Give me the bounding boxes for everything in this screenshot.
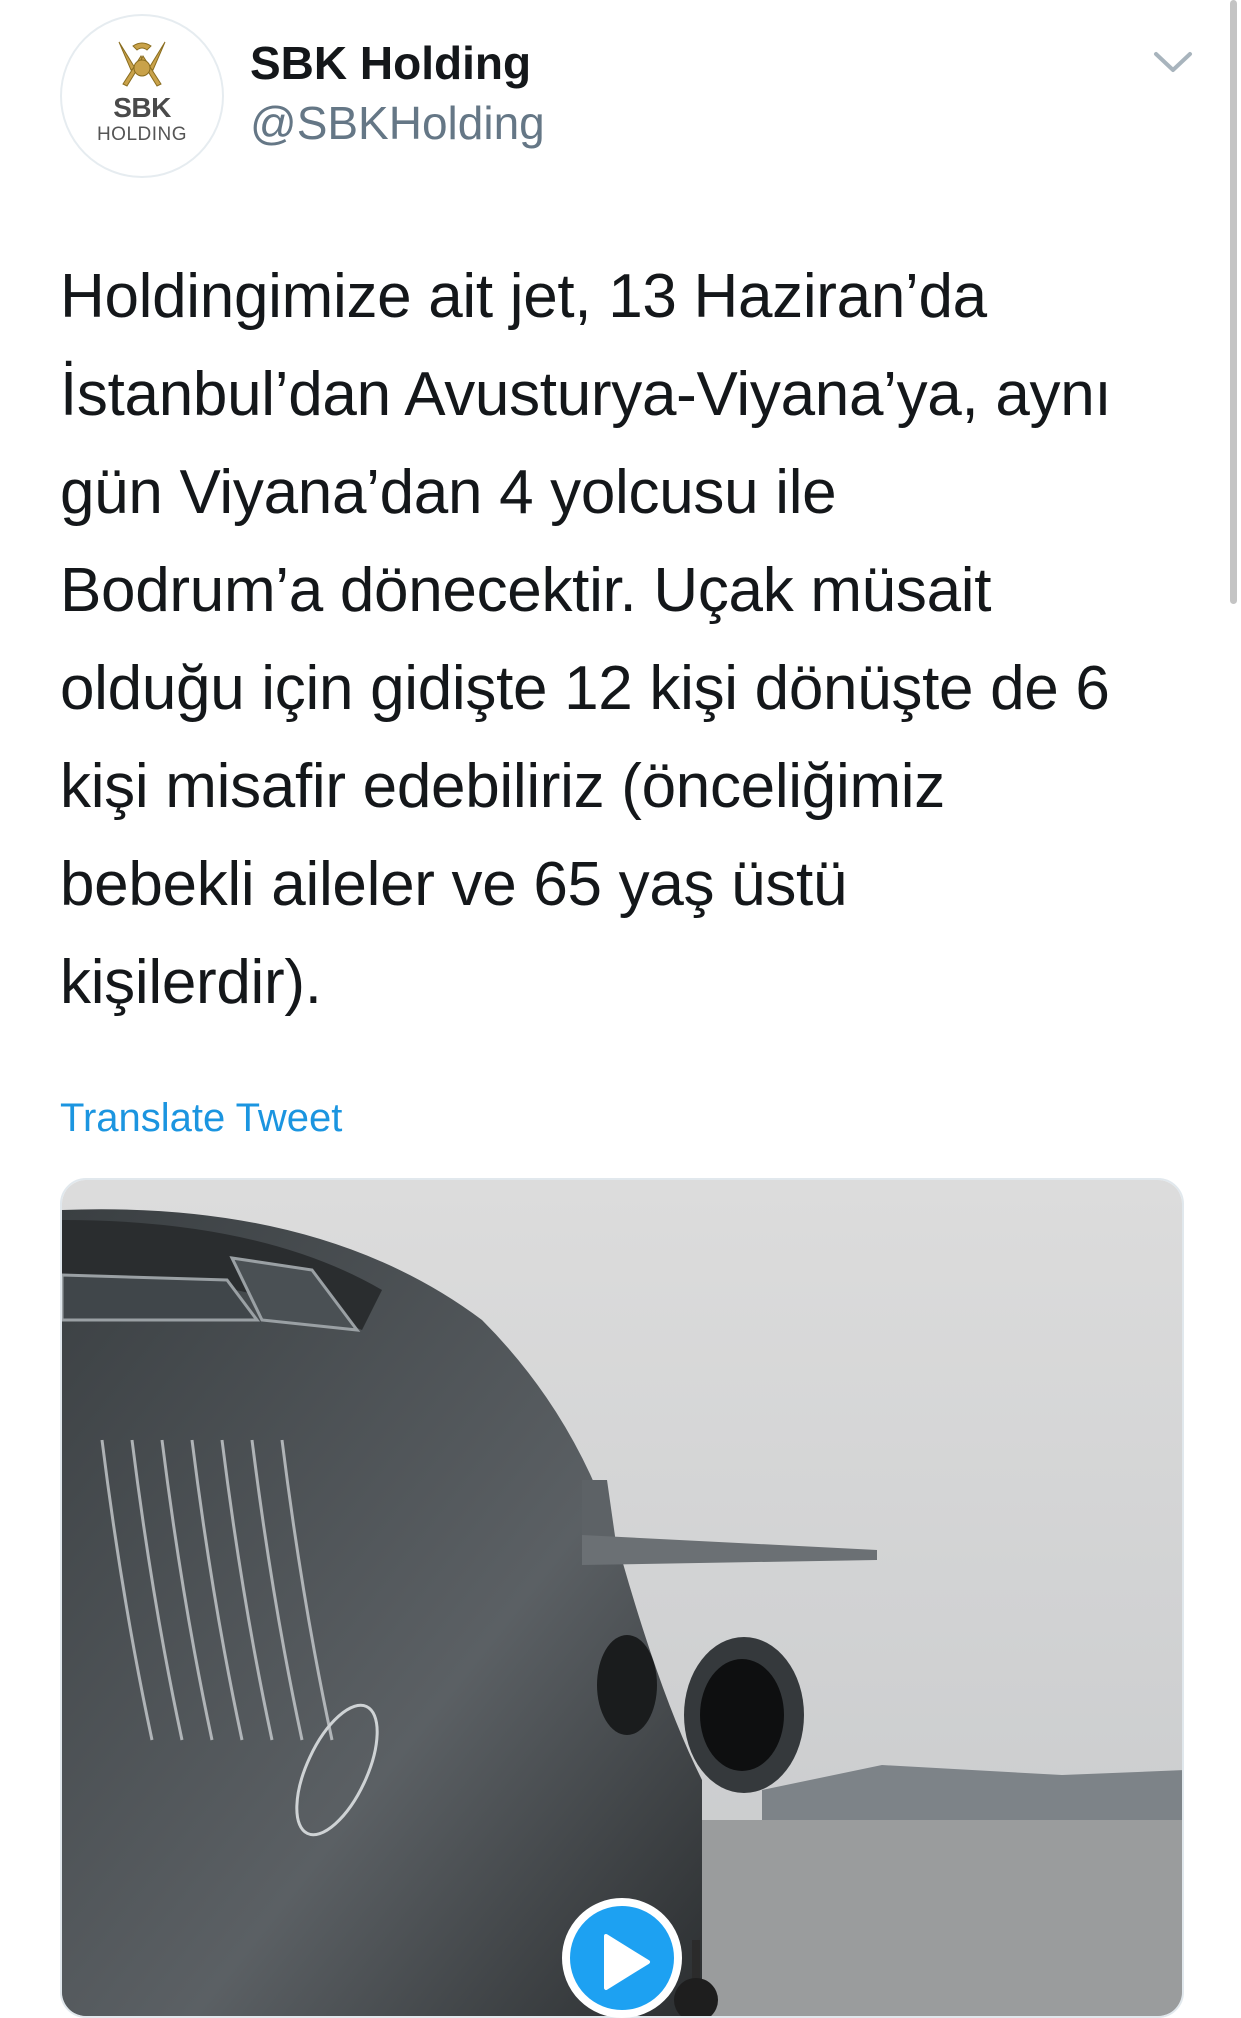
scrollbar[interactable] bbox=[1230, 0, 1237, 604]
display-name[interactable]: SBK Holding bbox=[250, 36, 531, 90]
avatar-brand-subtext: HOLDING bbox=[96, 124, 188, 145]
tweet-text: Holdingimize ait jet, 13 Haziran’da İsta… bbox=[60, 262, 1112, 1017]
translate-tweet-link[interactable]: Translate Tweet bbox=[60, 1094, 342, 1142]
tweet-video-thumbnail[interactable] bbox=[60, 1178, 1184, 2018]
chevron-down-icon[interactable] bbox=[1150, 44, 1196, 80]
avatar-brand-text: SBK bbox=[113, 92, 171, 123]
avatar[interactable]: SBK HOLDING bbox=[60, 14, 224, 178]
jet-image bbox=[62, 1180, 1182, 2016]
holding-emblem-icon bbox=[118, 41, 166, 87]
play-icon bbox=[604, 1934, 650, 1990]
user-handle[interactable]: @SBKHolding bbox=[250, 96, 545, 150]
play-button[interactable] bbox=[562, 1898, 682, 2018]
